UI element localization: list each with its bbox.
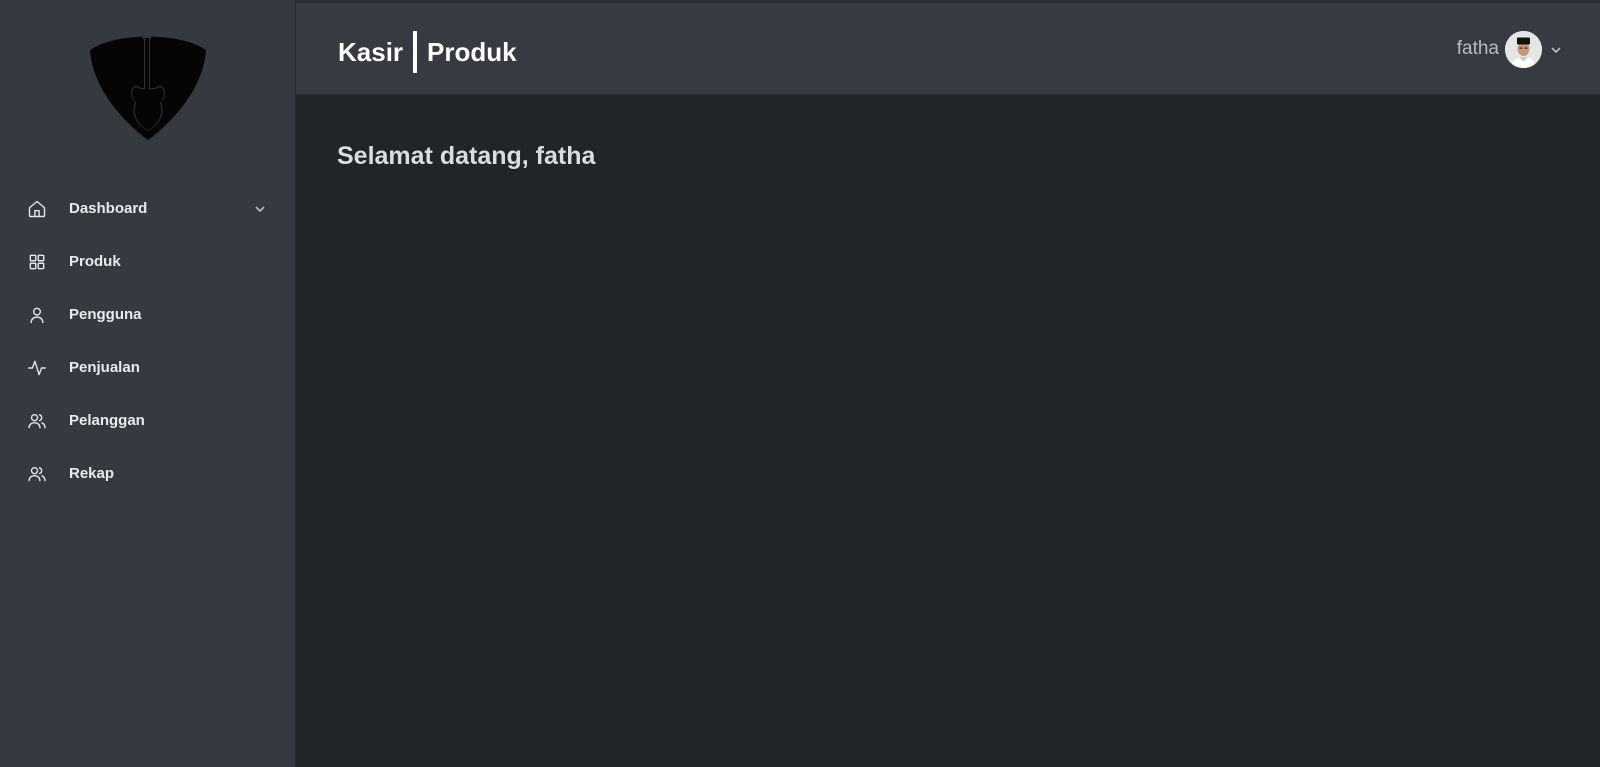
welcome-heading: Selamat datang, fatha [337, 142, 596, 170]
user-icon [26, 304, 48, 326]
user-name: fatha [1456, 38, 1499, 59]
sidebar-item-dashboard[interactable]: Dashboard [0, 182, 296, 235]
users-icon [26, 410, 48, 432]
sidebar-item-label: Pelanggan [69, 412, 145, 429]
sidebar-item-label: Pengguna [69, 306, 142, 323]
sidebar-item-produk[interactable]: Produk [0, 235, 296, 288]
chevron-down-icon[interactable] [1550, 43, 1562, 55]
top-navbar: Kasir Produk fatha [296, 0, 1600, 95]
activity-icon [26, 357, 48, 379]
app-title: Kasir [338, 36, 404, 67]
sidebar-item-label: Rekap [69, 465, 115, 482]
sidebar-item-label: Produk [69, 253, 121, 270]
home-icon [26, 198, 48, 220]
chevron-down-icon[interactable] [254, 202, 266, 214]
sidebar-item-pelanggan[interactable]: Pelanggan [0, 394, 296, 447]
guitar-pick-logo[interactable] [86, 26, 210, 142]
sidebar-item-pengguna[interactable]: Pengguna [0, 288, 296, 341]
users-icon [26, 463, 48, 485]
sidebar-item-rekap[interactable]: Rekap [0, 447, 296, 500]
sidebar-nav: Dashboard Produk Pengguna Penjualan Pela… [0, 182, 296, 500]
sidebar-item-penjualan[interactable]: Penjualan [0, 341, 296, 394]
user-menu[interactable]: fatha [1457, 29, 1562, 69]
sidebar-item-label: Dashboard [69, 200, 148, 217]
title-divider [413, 31, 418, 73]
grid-icon [26, 251, 48, 273]
sidebar: Dashboard Produk Pengguna Penjualan Pela… [0, 0, 296, 767]
page-title: Kasir Produk [338, 31, 517, 73]
sidebar-item-label: Penjualan [69, 359, 140, 376]
page-title-text: Produk [427, 36, 517, 67]
avatar[interactable] [1505, 30, 1542, 68]
